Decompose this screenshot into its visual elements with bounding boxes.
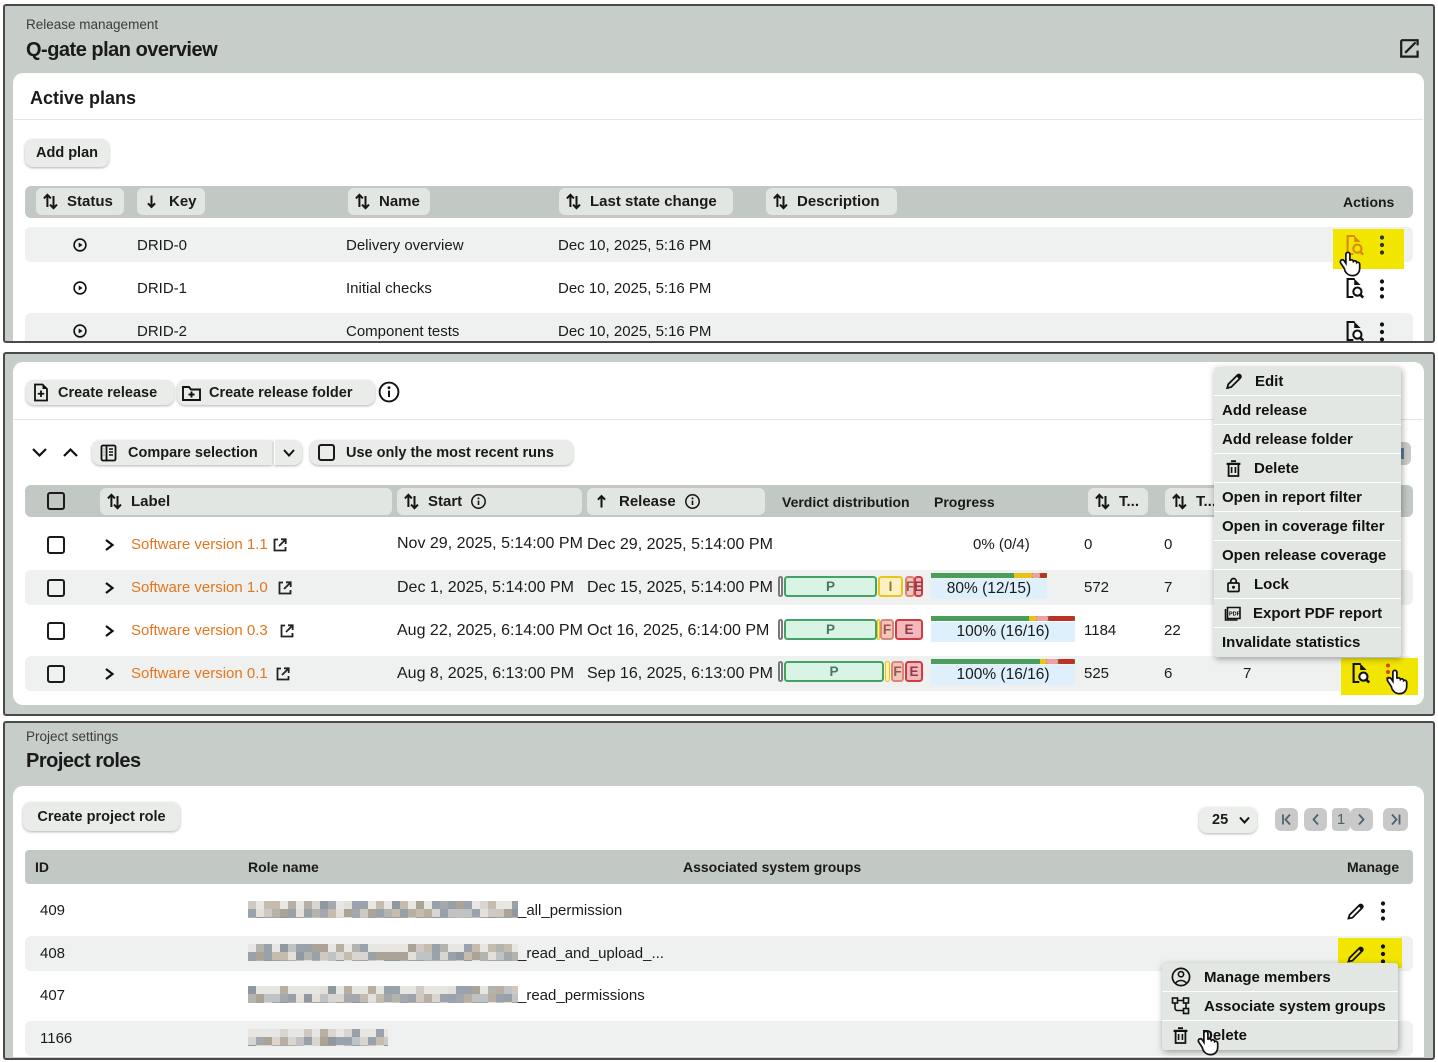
svg-text:PDF: PDF (1229, 612, 1241, 618)
